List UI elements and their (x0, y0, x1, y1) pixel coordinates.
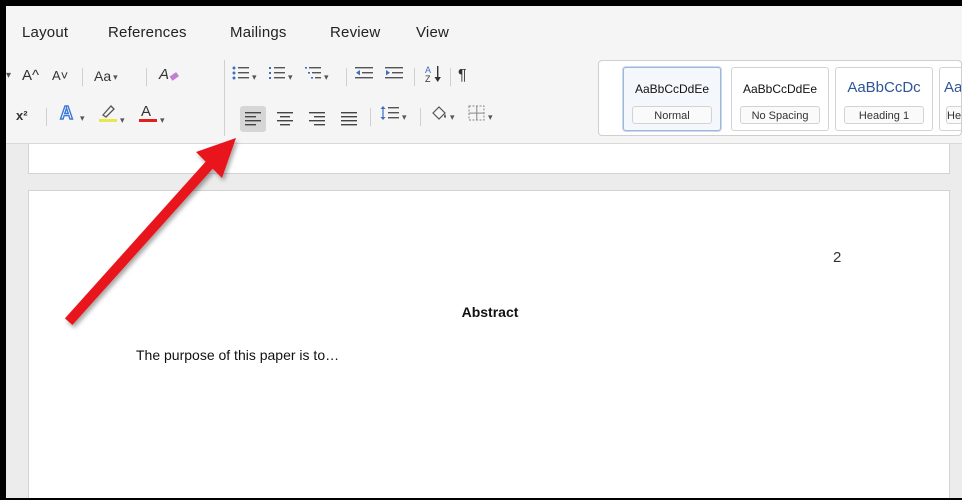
clear-formatting-icon: A (158, 66, 179, 83)
style-name: Heading 1 (844, 106, 924, 124)
align-center-icon (277, 112, 293, 126)
highlighter-icon (99, 105, 117, 122)
chevron-down-icon: ▾ (120, 115, 125, 126)
chevron-down-icon: ▾ (488, 112, 493, 123)
chevron-down-icon: ▾ (160, 115, 165, 126)
style-name: Normal (632, 106, 712, 124)
sort-icon: A Z (425, 65, 441, 84)
chevron-down-icon: ▾ (324, 72, 329, 83)
increase-indent-button[interactable] (384, 64, 404, 88)
grow-font-button[interactable]: A^ (22, 64, 39, 88)
borders-icon (468, 105, 485, 121)
align-right-icon (309, 112, 325, 126)
numbering-button[interactable]: ▾ (268, 64, 293, 88)
multilevel-list-icon (305, 67, 321, 79)
tab-view[interactable]: View (416, 24, 449, 41)
svg-text:A: A (141, 103, 151, 120)
style-no-spacing[interactable]: AaBbCcDdEe No Spacing (731, 67, 829, 131)
shading-button[interactable]: ▾ (430, 104, 455, 128)
line-spacing-icon (380, 106, 399, 120)
font-color-icon: A (139, 103, 157, 122)
font-color-button[interactable]: A ▾ (138, 102, 165, 126)
bullet-list-icon (232, 66, 249, 80)
style-heading-2[interactable]: AaBb He (939, 67, 962, 131)
ribbon-divider (370, 108, 371, 126)
ribbon-divider (346, 68, 347, 86)
svg-text:A: A (60, 103, 73, 122)
ribbon-divider (414, 68, 415, 86)
decrease-indent-icon (355, 67, 373, 79)
tab-references[interactable]: References (108, 24, 187, 41)
tab-review[interactable]: Review (330, 24, 380, 41)
style-sample: AaBbCcDc (847, 79, 921, 96)
text-effects-button[interactable]: A ▾ (58, 102, 85, 126)
change-case-label: Aa (94, 68, 112, 84)
ribbon-divider (82, 68, 83, 86)
sort-button[interactable]: A Z (424, 64, 444, 88)
abstract-heading[interactable]: Abstract (29, 304, 951, 320)
superscript-button[interactable]: x² (16, 104, 28, 128)
menu-bar: Layout References Mailings Review View (6, 6, 962, 52)
line-spacing-button[interactable]: ▾ (380, 104, 407, 128)
ribbon-group-divider (224, 60, 225, 136)
style-name: No Spacing (740, 106, 820, 124)
style-sample: AaBb (944, 79, 962, 96)
styles-gallery[interactable]: AaBbCcDdEe Normal AaBbCcDdEe No Spacing … (598, 60, 962, 136)
chevron-down-icon: ▾ (80, 113, 85, 124)
chevron-down-icon: ▾ (450, 112, 455, 123)
style-sample: AaBbCcDdEe (742, 82, 818, 96)
increase-indent-icon (385, 67, 403, 79)
page-number: 2 (833, 249, 842, 266)
ribbon-divider (146, 68, 147, 86)
bullets-button[interactable]: ▾ (232, 64, 257, 88)
decrease-indent-button[interactable] (354, 64, 374, 88)
justify-button[interactable] (336, 106, 362, 132)
ribbon-divider (450, 68, 451, 86)
style-sample: AaBbCcDdEe (634, 82, 710, 96)
multilevel-list-button[interactable]: ▾ (304, 64, 329, 88)
svg-text:Z: Z (425, 74, 431, 84)
align-left-button[interactable] (240, 106, 266, 132)
text-effects-icon: A (59, 102, 73, 123)
tab-mailings[interactable]: Mailings (230, 24, 287, 41)
align-right-button[interactable] (304, 106, 330, 132)
ribbon-divider (420, 108, 421, 126)
shrink-font-button[interactable]: A˅ (52, 64, 68, 88)
style-name: He (946, 106, 961, 124)
ribbon: ▾ A^ A˅ Aa ▾ A ▾ ▾ ▾ A Z ¶ x² A ▾ ▾ A ▾ … (6, 52, 962, 144)
chevron-down-icon: ▾ (113, 72, 118, 83)
previous-page (28, 144, 950, 174)
align-center-button[interactable] (272, 106, 298, 132)
justify-icon (341, 112, 357, 126)
clear-formatting-button[interactable]: A (158, 64, 180, 88)
highlight-color-button[interactable]: ▾ (98, 102, 125, 126)
style-normal[interactable]: AaBbCcDdEe Normal (623, 67, 721, 131)
svg-text:A: A (158, 66, 169, 83)
chevron-down-icon: ▾ (252, 72, 257, 83)
tab-layout[interactable]: Layout (22, 24, 68, 41)
borders-button[interactable]: ▾ (468, 104, 493, 128)
font-size-chevron-icon[interactable]: ▾ (6, 64, 11, 88)
align-left-icon (245, 112, 261, 126)
ribbon-divider (46, 108, 47, 126)
style-heading-1[interactable]: AaBbCcDc Heading 1 (835, 67, 933, 131)
body-paragraph[interactable]: The purpose of this paper is to… (136, 347, 339, 363)
chevron-down-icon: ▾ (288, 72, 293, 83)
change-case-button[interactable]: Aa ▾ (94, 64, 118, 88)
numbered-list-icon (269, 67, 285, 79)
chevron-down-icon: ▾ (402, 112, 407, 123)
show-formatting-marks-button[interactable]: ¶ (458, 64, 467, 88)
document-page[interactable]: 2 Abstract The purpose of this paper is … (28, 190, 950, 500)
paint-bucket-icon (432, 106, 446, 120)
